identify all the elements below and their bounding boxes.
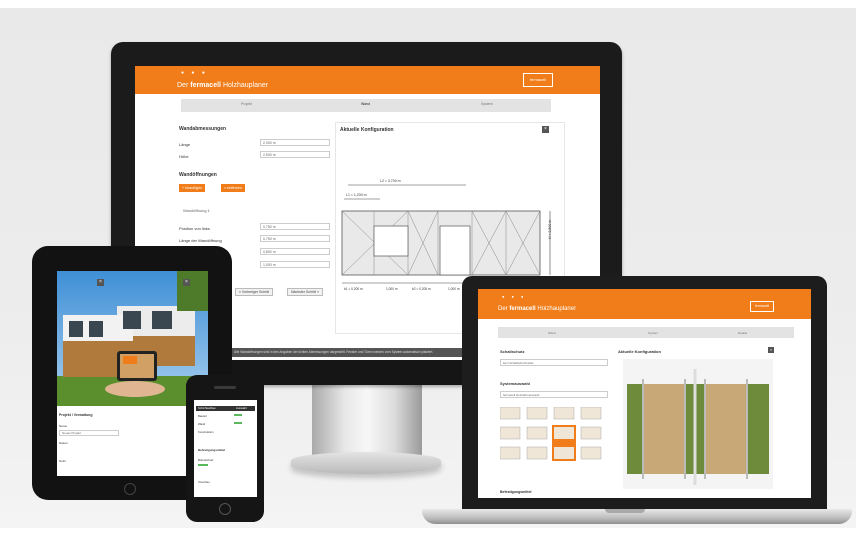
- next-step-button[interactable]: Nächster Schritt »: [287, 288, 323, 296]
- dimension-top-label: L2 = 3,700 m: [380, 179, 401, 183]
- tablet-home-button[interactable]: [124, 483, 136, 495]
- laptop-soundproof-title: Schallschutz: [500, 349, 525, 354]
- dimension-bottom-label-2: 1,000 m: [386, 287, 398, 291]
- laptop-fasteners-title: Befestigungsmittel: [500, 490, 532, 494]
- phone-header-left: Schichtaufbau: [198, 406, 216, 410]
- dimensions-title: Wandabmessungen: [179, 126, 227, 132]
- dimension-bottom-label-1: b1 = 0,200 m: [344, 287, 363, 291]
- laptop-step-details[interactable]: Details: [738, 331, 747, 335]
- phone-home-button[interactable]: [219, 503, 231, 515]
- tablet-field-name-label: Name: [59, 424, 68, 428]
- phone-header-right: Auswahl: [236, 406, 247, 410]
- laptop-app-header: ● ● ● Der fermacell Holzhauplaner fermac…: [478, 289, 811, 319]
- laptop-step-wand[interactable]: Wand: [548, 331, 556, 335]
- height-input[interactable]: 2,500 m: [260, 151, 330, 158]
- tablet-field-note-label: Notiz: [59, 459, 66, 463]
- wall-cross-section-image: [623, 359, 773, 489]
- step-system[interactable]: System: [481, 102, 493, 106]
- phone-row-extra: Brandschutz: [198, 458, 214, 462]
- add-opening-button[interactable]: + hinzufügen: [179, 184, 206, 192]
- dimension-right-label: H = 2,500 m: [548, 219, 552, 239]
- laptop-title-brand: fermacell: [509, 306, 536, 312]
- laptop-brand-logo[interactable]: fermacell: [750, 301, 774, 312]
- laptop-title-suffix: Holzhauplaner: [537, 306, 577, 312]
- tablet-close-icon[interactable]: ×: [97, 279, 104, 286]
- laptop-app-title: Der fermacell Holzhauplaner: [498, 306, 576, 312]
- laptop-progress-steps: Wand System Details: [498, 327, 794, 338]
- opening-extra-input-2[interactable]: 1,000 m: [260, 261, 330, 268]
- laptop-title-prefix: Der: [498, 306, 508, 312]
- laptop-system-title: Systemauswahl: [500, 381, 531, 386]
- laptop-soundproof-select[interactable]: kein Schallschutzmittel: [500, 359, 608, 366]
- phone-table-header: Schichtaufbau Auswahl: [196, 406, 255, 411]
- step-wand[interactable]: Wand: [361, 102, 370, 106]
- openings-title: Wandöffnungen: [179, 172, 217, 178]
- laptop-step-system[interactable]: System: [648, 331, 658, 335]
- brand-logo[interactable]: fermacell: [523, 73, 553, 87]
- height-label: Höhe: [179, 154, 189, 159]
- app-title-suffix: Holzhauplaner: [222, 82, 269, 89]
- dimension-left-label: L1 = 1,200 m: [346, 193, 367, 197]
- bottom-border: [0, 528, 856, 538]
- opening-position-input[interactable]: 0,750 m: [260, 235, 330, 242]
- length-input[interactable]: 2,000 m: [260, 139, 330, 146]
- phone-screen: Schichtaufbau Auswahl Bauteil Wand Konst…: [194, 400, 257, 497]
- dimension-bottom-label-3: b2 = 0,200 m: [412, 287, 431, 291]
- app-title: Der fermacell Holzhauplaner: [177, 82, 268, 89]
- app-title-prefix: Der: [177, 82, 189, 89]
- phone-status-ok-2: [234, 422, 242, 424]
- laptop-opening-notch: [605, 509, 645, 513]
- phone-footer-label: Vorschau: [198, 480, 210, 484]
- distance-input[interactable]: 0,750 m: [260, 223, 330, 230]
- length-label: Länge: [179, 142, 191, 147]
- step-projekt[interactable]: Projekt: [241, 102, 252, 106]
- tablet-project-name-input[interactable]: Neues Projekt: [59, 430, 119, 436]
- system-thumbnail-grid[interactable]: [500, 407, 610, 487]
- laptop-close-icon[interactable]: ×: [768, 347, 774, 353]
- laptop-screen: ● ● ● Der fermacell Holzhauplaner fermac…: [478, 289, 811, 498]
- opening-position-label: Länge der Wandöffnung: [179, 238, 222, 243]
- header-menu-icons[interactable]: ● ● ●: [181, 70, 208, 76]
- previous-step-button[interactable]: « Vorheriger Schritt: [235, 288, 273, 296]
- tablet-field-date-label: Datum: [59, 441, 68, 445]
- tablet-expand-icon[interactable]: ×: [183, 279, 190, 286]
- distance-label: Position von links: [179, 226, 210, 231]
- monitor-stand-neck: [312, 385, 422, 457]
- phone-status-ok-1: [234, 414, 242, 416]
- opening-list-item[interactable]: Wandöffnung 1: [183, 208, 210, 213]
- app-header: ● ● ● Der fermacell Holzhauplaner fermac…: [135, 66, 600, 94]
- top-border: [0, 0, 856, 8]
- opening-extra-input-1[interactable]: 0,800 m: [260, 248, 330, 255]
- phone-row-1[interactable]: Bauteil: [198, 414, 207, 418]
- laptop-system-option[interactable]: fermacell Holzrahmenwand: [500, 391, 608, 398]
- monitor-stand-foot: [291, 452, 441, 474]
- remove-opening-button[interactable]: × entfernen: [221, 184, 245, 192]
- laptop-config-title: Aktuelle Konfiguration: [618, 349, 661, 354]
- phone-row-2[interactable]: Wand: [198, 422, 205, 426]
- phone-section-title: Befestigungsmittel: [198, 448, 226, 452]
- tablet-section-title: Projekt / Verwaltung: [59, 413, 93, 417]
- phone-row-3[interactable]: Konstruktion: [198, 430, 214, 434]
- dimension-bottom-label-4: 1,000 m: [448, 287, 460, 291]
- phone-status-ok-3: [198, 464, 208, 466]
- laptop-header-menu-icons[interactable]: ● ● ●: [502, 294, 526, 299]
- product-showcase-scene: ● ● ● Der fermacell Holzhauplaner fermac…: [0, 0, 856, 538]
- progress-steps: Projekt Wand System: [181, 99, 551, 112]
- phone-speaker: [214, 386, 236, 389]
- app-title-brand: fermacell: [190, 82, 221, 89]
